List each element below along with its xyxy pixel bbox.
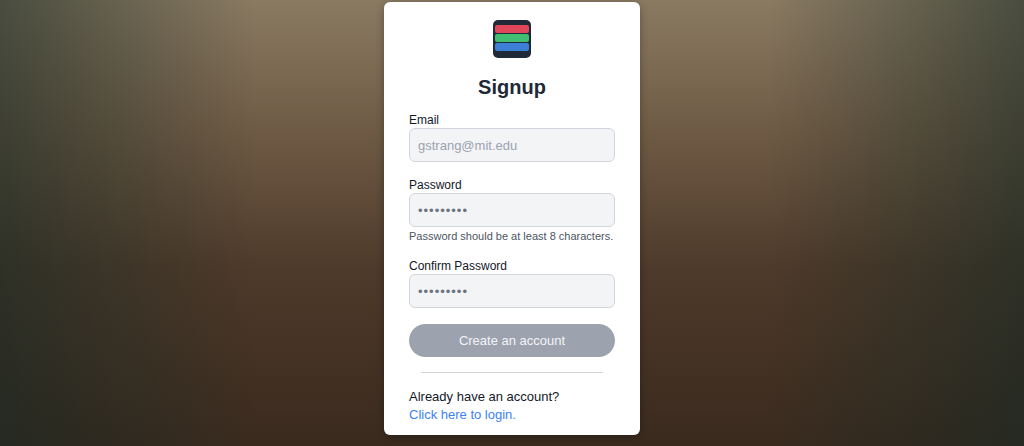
field-list: Email Password Password should be at least… (409, 113, 615, 308)
signup-card: Signup Email Password Password should be at… (384, 2, 640, 435)
field-hint: Password should be at least 8 characters… (409, 229, 615, 243)
divider (421, 372, 603, 373)
login-question: Already have an account? (409, 389, 615, 405)
text-input[interactable] (409, 128, 615, 162)
field-label: Email (409, 113, 615, 127)
form-field: Confirm Password (409, 259, 615, 308)
form-field: Email (409, 113, 615, 162)
create-account-button[interactable]: Create an account (409, 324, 615, 357)
app-logo-icon (493, 20, 531, 58)
signup-title: Signup (409, 76, 615, 98)
field-label: Confirm Password (409, 259, 615, 273)
login-link[interactable]: Click here to login. (409, 407, 615, 423)
text-input[interactable] (409, 193, 615, 227)
form-field: Password Password should be at least 8 ch… (409, 178, 615, 243)
text-input[interactable] (409, 274, 615, 308)
signup-page: Signup Email Password Password should be at… (0, 0, 1024, 446)
login-prompt: Already have an account? Click here to lo… (409, 389, 615, 423)
field-label: Password (409, 178, 615, 192)
